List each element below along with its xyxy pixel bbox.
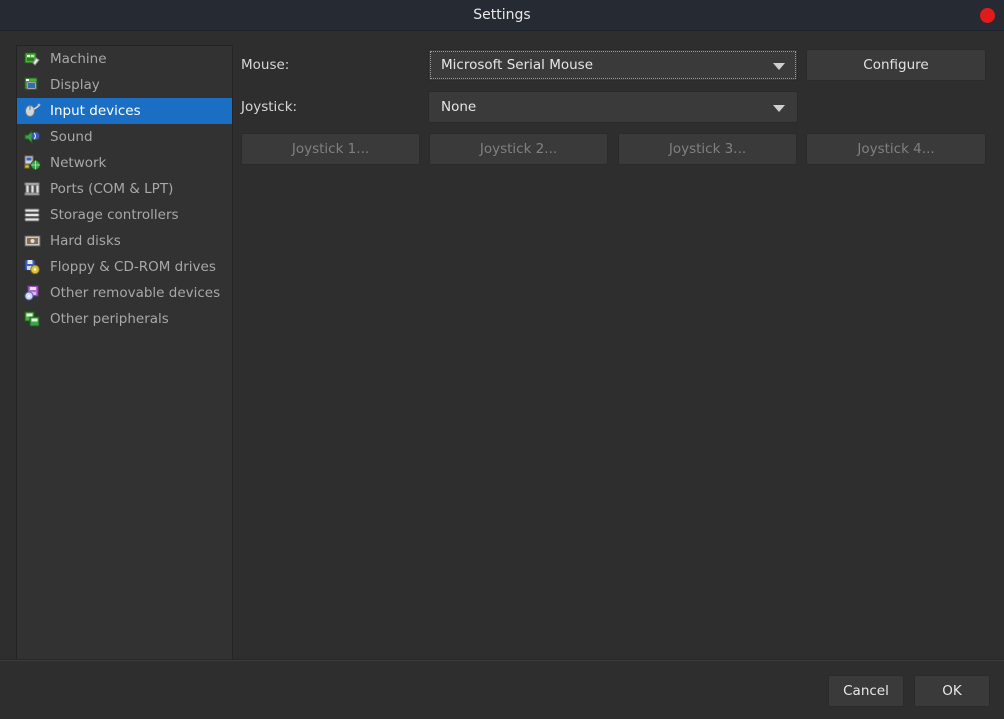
sidebar-item-label: Network (50, 155, 107, 171)
sidebar-item-label: Other peripherals (50, 311, 169, 327)
joystick-select-value: None (441, 99, 477, 115)
machine-icon (24, 51, 41, 67)
sidebar-item-label: Floppy & CD-ROM drives (50, 259, 216, 275)
close-icon[interactable] (980, 8, 995, 23)
chevron-down-icon (773, 105, 785, 112)
sidebar-item-label: Input devices (50, 103, 141, 119)
joystick-label: Joystick: (241, 99, 298, 115)
other-removable-devices-icon (24, 285, 41, 301)
joystick-3-button[interactable]: Joystick 3... (618, 133, 797, 165)
storage-controllers-icon (24, 207, 41, 223)
sidebar-item-machine[interactable]: Machine (17, 46, 232, 72)
window-title: Settings (473, 7, 531, 23)
sidebar-item-input-devices[interactable]: Input devices (17, 98, 232, 124)
sidebar-item-floppy-cdrom[interactable]: Floppy & CD-ROM drives (17, 254, 232, 280)
configure-button[interactable]: Configure (806, 49, 986, 81)
sidebar-item-label: Hard disks (50, 233, 121, 249)
sidebar-item-storage-controllers[interactable]: Storage controllers (17, 202, 232, 228)
mouse-select-value: Microsoft Serial Mouse (441, 57, 594, 73)
hard-disks-icon (24, 233, 41, 249)
cancel-button[interactable]: Cancel (828, 675, 904, 707)
ports-icon (24, 181, 41, 197)
floppy-cdrom-icon (24, 259, 41, 275)
network-icon (24, 155, 41, 171)
sidebar-item-label: Other removable devices (50, 285, 221, 301)
dialog-body: Machine Display Input devices Sound Netw… (0, 31, 1004, 662)
chevron-down-icon (773, 63, 785, 70)
sidebar-item-label: Machine (50, 51, 107, 67)
sidebar-item-label: Display (50, 77, 100, 93)
joystick-4-button[interactable]: Joystick 4... (806, 133, 986, 165)
other-peripherals-icon (24, 311, 41, 327)
joystick-2-button[interactable]: Joystick 2... (429, 133, 608, 165)
title-bar: Settings (0, 0, 1004, 31)
joystick-1-button[interactable]: Joystick 1... (241, 133, 420, 165)
settings-category-list[interactable]: Machine Display Input devices Sound Netw… (16, 45, 233, 662)
mouse-select[interactable]: Microsoft Serial Mouse (428, 49, 798, 81)
sound-icon (24, 129, 41, 145)
sidebar-item-other-removable-devices[interactable]: Other removable devices (17, 280, 232, 306)
sidebar-item-label: Sound (50, 129, 93, 145)
sidebar-item-network[interactable]: Network (17, 150, 232, 176)
sidebar-item-hard-disks[interactable]: Hard disks (17, 228, 232, 254)
display-icon (24, 77, 41, 93)
sidebar-item-ports[interactable]: Ports (COM & LPT) (17, 176, 232, 202)
sidebar-item-sound[interactable]: Sound (17, 124, 232, 150)
input-devices-icon (24, 103, 41, 119)
sidebar-item-label: Storage controllers (50, 207, 179, 223)
joystick-select[interactable]: None (428, 91, 798, 123)
mouse-label: Mouse: (241, 57, 290, 73)
dialog-footer: Cancel OK (0, 660, 1004, 719)
sidebar-item-label: Ports (COM & LPT) (50, 181, 174, 197)
ok-button[interactable]: OK (914, 675, 990, 707)
sidebar-item-display[interactable]: Display (17, 72, 232, 98)
sidebar-item-other-peripherals[interactable]: Other peripherals (17, 306, 232, 332)
